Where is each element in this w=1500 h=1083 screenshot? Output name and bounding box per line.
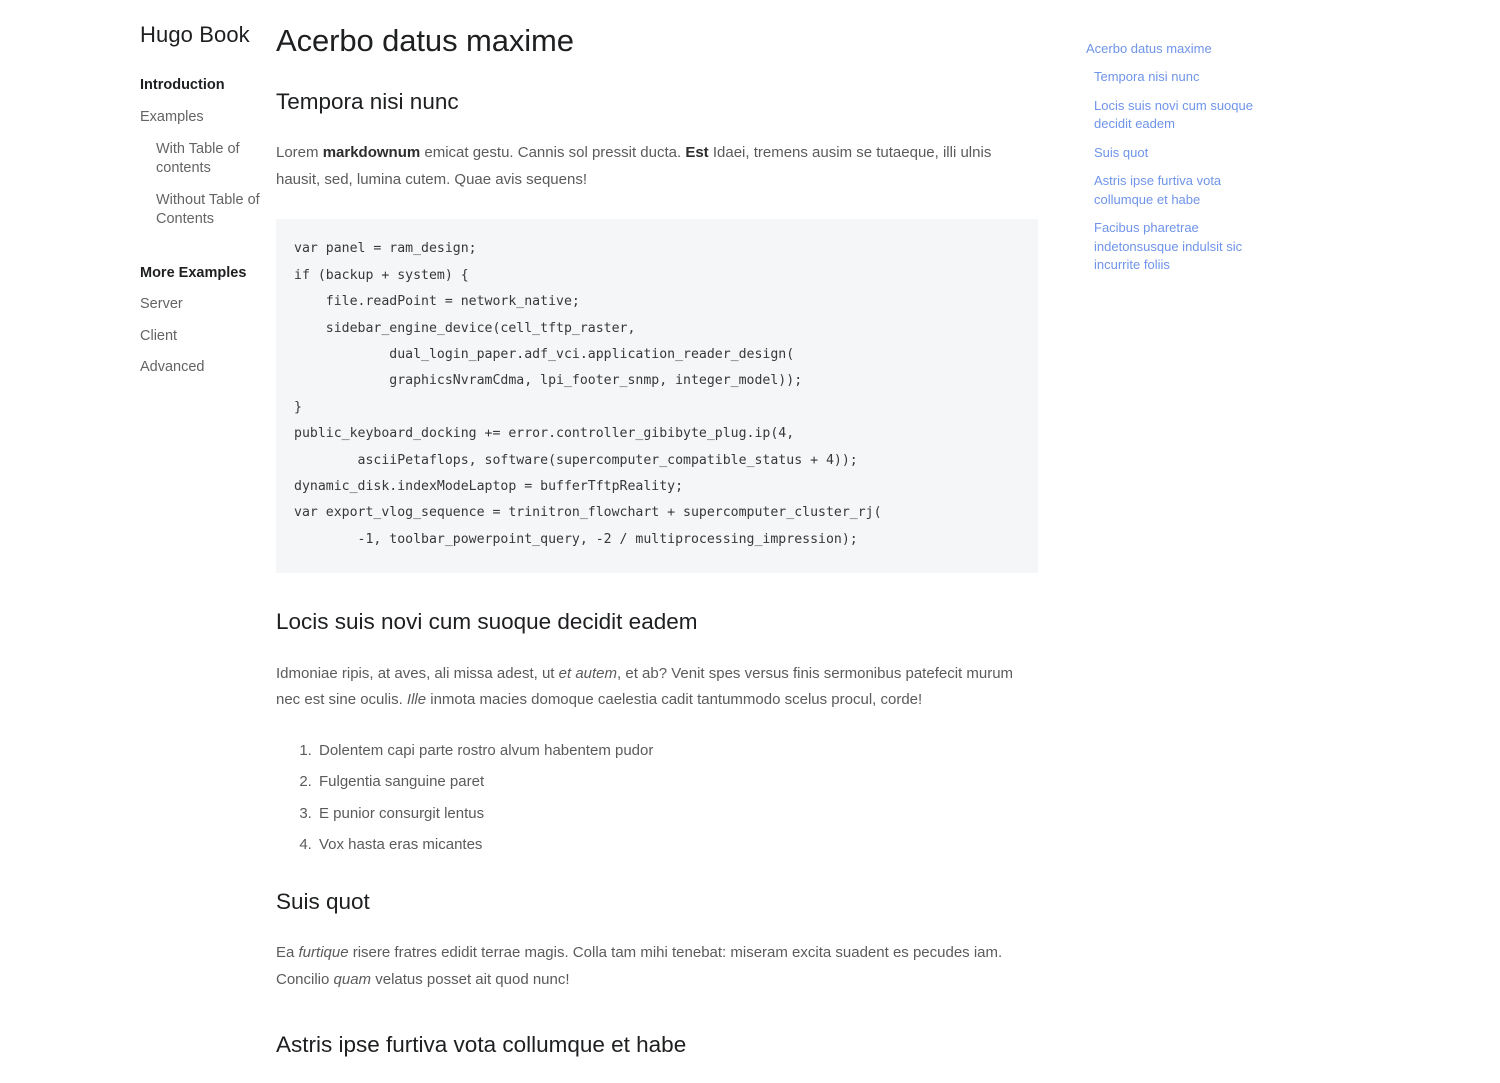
sidebar-item-examples[interactable]: Examples — [140, 102, 276, 134]
toc-link-facibus-pharetrae-indetonsusque-indulsit-sic-incurrite-foliis[interactable]: Facibus pharetrae indetonsusque indulsit… — [1086, 219, 1270, 274]
main-content: Acerbo datus maxime Tempora nisi nunc Lo… — [276, 0, 1038, 1083]
toc-link-locis-suis-novi-cum-suoque-decidit-eadem[interactable]: Locis suis novi cum suoque decidit eadem — [1086, 97, 1270, 134]
paragraph-italic-et-autem: et autem — [558, 664, 618, 682]
ordered-list: Dolentem capi parte rostro alvum habente… — [276, 740, 1038, 857]
toc-link-tempora-nisi-nunc[interactable]: Tempora nisi nunc — [1086, 68, 1270, 86]
sidebar-item-with-table-of-contents[interactable]: With Table of contents — [140, 134, 276, 185]
paragraph-text-tail: inmota macies domoque caelestia cadit ta… — [426, 691, 923, 709]
sidebar-item-without-table-of-contents[interactable]: Without Table of Contents — [140, 185, 276, 236]
toc-list: Acerbo datus maxime Tempora nisi nunc Loci… — [1086, 40, 1500, 275]
table-of-contents: Acerbo datus maxime Tempora nisi nunc Loci… — [1038, 0, 1500, 285]
paragraph-text-tail: velatus posset ait quod nunc! — [371, 970, 570, 988]
sidebar-nav-list: Introduction Examples With Table of conten… — [140, 70, 276, 384]
paragraph-tempora-nisi-nunc: Lorem markdownum emicat gestu. Cannis so… — [276, 140, 1038, 193]
toc-link-acerbo-datus-maxime[interactable]: Acerbo datus maxime — [1086, 40, 1262, 58]
sidebar: Hugo Book Introduction Examples With Table… — [0, 0, 276, 384]
section-heading-suis-quot: Suis quot — [276, 888, 370, 914]
paragraph-suis-quot: Ea furtique risere fratres edidit terrae… — [276, 940, 1038, 993]
paragraph-text-lead: Idmoniae ripis, at aves, ali missa adest… — [276, 664, 559, 682]
section-heading-astris-ipse: Astris ipse furtiva vota collumque et ha… — [276, 1031, 687, 1057]
paragraph-italic-quam: quam — [333, 970, 372, 988]
sidebar-item-introduction[interactable]: Introduction — [140, 70, 276, 102]
paragraph-text-lead: Lorem — [276, 144, 323, 161]
sidebar-item-advanced[interactable]: Advanced — [140, 352, 276, 384]
paragraph-text-mid: emicat gestu. Cannis sol pressit ducta. — [420, 144, 686, 161]
sidebar-item-more-examples[interactable]: More Examples — [140, 258, 276, 290]
sidebar-group-spacer — [140, 236, 276, 258]
list-item: E punior consurgit lentus — [316, 803, 1038, 826]
sidebar-item-server[interactable]: Server — [140, 289, 276, 321]
code-block: var panel = ram_design; if (backup + sys… — [276, 219, 1038, 574]
list-item: Dolentem capi parte rostro alvum habente… — [316, 740, 1038, 763]
section-heading-locis-suis: Locis suis novi cum suoque decidit eadem — [276, 609, 698, 635]
page-root: Hugo Book Introduction Examples With Table… — [0, 0, 1500, 1057]
toc-link-suis-quot[interactable]: Suis quot — [1086, 144, 1270, 162]
paragraph-text-lead: Ea — [276, 944, 299, 962]
list-item: Fulgentia sanguine paret — [316, 771, 1038, 794]
paragraph-italic-ille: Ille — [406, 691, 427, 709]
page-title: Acerbo datus maxime — [276, 23, 574, 58]
site-brand-title[interactable]: Hugo Book — [140, 22, 276, 48]
section-heading-tempora-nisi-nunc: Tempora nisi nunc — [276, 88, 459, 114]
sidebar-item-client[interactable]: Client — [140, 321, 276, 353]
paragraph-bold-est: Est — [685, 144, 709, 161]
list-item: Vox hasta eras micantes — [316, 834, 1038, 857]
toc-link-astris-ipse-furtiva-vota-collumque-et-habe[interactable]: Astris ipse furtiva vota collumque et ha… — [1086, 172, 1270, 209]
paragraph-bold-markdownum: markdownum — [322, 144, 421, 161]
paragraph-locis-suis: Idmoniae ripis, at aves, ali missa adest… — [276, 661, 1038, 714]
paragraph-italic-furtique: furtique — [298, 944, 349, 962]
